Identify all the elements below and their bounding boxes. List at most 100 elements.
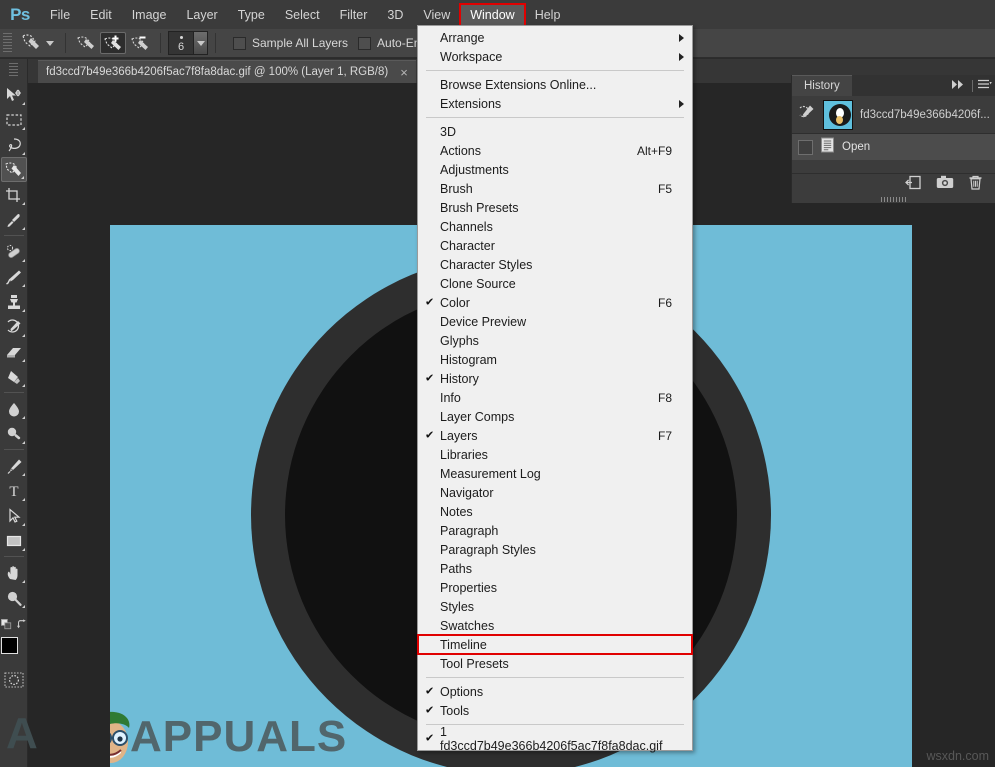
tool-preset-picker[interactable]	[16, 33, 58, 53]
brush-size-dropdown-button[interactable]	[194, 31, 208, 55]
blur-tool[interactable]	[1, 396, 27, 421]
menu-item-info[interactable]: Info F8	[418, 388, 692, 407]
clone-stamp-tool[interactable]	[1, 289, 27, 314]
menu-item-actions[interactable]: Actions Alt+F9	[418, 141, 692, 160]
eyedropper-tool[interactable]	[1, 207, 27, 232]
tab-history[interactable]: History	[792, 75, 852, 96]
zoom-tool[interactable]	[1, 585, 27, 610]
auto-enhance-box[interactable]	[358, 37, 371, 50]
menu-item-libraries[interactable]: Libraries	[418, 445, 692, 464]
menu-item-device-preview[interactable]: Device Preview	[418, 312, 692, 331]
swap-colors-icon[interactable]	[16, 618, 27, 631]
close-icon[interactable]: ×	[400, 66, 408, 79]
menu-item-paragraph-styles[interactable]: Paragraph Styles	[418, 540, 692, 559]
menu-item-clone-source[interactable]: Clone Source	[418, 274, 692, 293]
menu-item-workspace[interactable]: Workspace	[418, 47, 692, 66]
menu-item-glyphs[interactable]: Glyphs	[418, 331, 692, 350]
brush-size-control[interactable]: 6	[168, 31, 208, 55]
menu-file[interactable]: File	[40, 4, 80, 26]
menu-item-tool-presets[interactable]: Tool Presets	[418, 654, 692, 673]
history-snapshot-row[interactable]: fd3ccd7b49e366b4206f...	[792, 96, 995, 134]
menu-item-layers[interactable]: ✔ Layers F7	[418, 426, 692, 445]
gradient-tool[interactable]	[1, 364, 27, 389]
crop-tool[interactable]	[1, 182, 27, 207]
menu-edit[interactable]: Edit	[80, 4, 122, 26]
new-document-from-state-icon[interactable]	[905, 175, 922, 195]
brush-size-input[interactable]: 6	[168, 31, 194, 55]
eraser-tool[interactable]	[1, 339, 27, 364]
menu-item-timeline[interactable]: Timeline	[418, 635, 692, 654]
menu-item-measurement-log[interactable]: Measurement Log	[418, 464, 692, 483]
rectangular-marquee-tool[interactable]	[1, 107, 27, 132]
panel-menu-icon[interactable]	[978, 77, 992, 95]
menu-item-character[interactable]: Character	[418, 236, 692, 255]
menu-item-properties[interactable]: Properties	[418, 578, 692, 597]
menu-item-label: Clone Source	[440, 277, 516, 291]
menu-item-styles[interactable]: Styles	[418, 597, 692, 616]
spot-healing-brush-tool[interactable]	[1, 239, 27, 264]
menu-item-channels[interactable]: Channels	[418, 217, 692, 236]
foreground-color-swatch[interactable]	[1, 637, 18, 654]
snapshot-thumbnail[interactable]	[823, 100, 853, 130]
new-snapshot-icon[interactable]	[936, 175, 954, 194]
menu-item-swatches[interactable]: Swatches	[418, 616, 692, 635]
menu-item-tools[interactable]: ✔ Tools	[418, 701, 692, 720]
history-state-open[interactable]: Open	[792, 134, 995, 160]
menu-help[interactable]: Help	[525, 4, 571, 26]
menu-filter[interactable]: Filter	[330, 4, 378, 26]
dodge-tool[interactable]	[1, 421, 27, 446]
default-colors-icon[interactable]	[1, 618, 12, 631]
menu-item-color[interactable]: ✔ Color F6	[418, 293, 692, 312]
quick-mask-mode-button[interactable]	[4, 671, 24, 689]
menu-item-adjustments[interactable]: Adjustments	[418, 160, 692, 179]
menu-item-brush-presets[interactable]: Brush Presets	[418, 198, 692, 217]
options-bar-grip[interactable]	[3, 33, 12, 53]
menu-layer[interactable]: Layer	[176, 4, 227, 26]
tool-preset-chevron-icon[interactable]	[46, 41, 54, 46]
menu-item-layer-comps[interactable]: Layer Comps	[418, 407, 692, 426]
panel-resize-grip[interactable]	[881, 197, 907, 202]
history-brush-tool[interactable]	[1, 314, 27, 339]
menu-image[interactable]: Image	[122, 4, 177, 26]
history-brush-source-icon[interactable]	[798, 104, 816, 125]
rectangle-tool[interactable]	[1, 528, 27, 553]
new-selection-button[interactable]	[73, 32, 99, 54]
lasso-tool[interactable]	[1, 132, 27, 157]
menu-item-label: Measurement Log	[440, 467, 541, 481]
menu-item-history[interactable]: ✔ History	[418, 369, 692, 388]
menu-item-options[interactable]: ✔ Options	[418, 682, 692, 701]
menu-item-notes[interactable]: Notes	[418, 502, 692, 521]
pen-tool[interactable]	[1, 453, 27, 478]
menu-item-extensions[interactable]: Extensions	[418, 94, 692, 113]
quick-selection-tool[interactable]	[1, 157, 27, 182]
sample-all-layers-checkbox[interactable]: Sample All Layers	[233, 36, 348, 50]
menu-item-paths[interactable]: Paths	[418, 559, 692, 578]
menu-item-navigator[interactable]: Navigator	[418, 483, 692, 502]
menu-item-3d[interactable]: 3D	[418, 122, 692, 141]
tools-panel-grip[interactable]	[9, 63, 18, 77]
menu-item-paragraph[interactable]: Paragraph	[418, 521, 692, 540]
horizontal-type-tool[interactable]: T	[1, 478, 27, 503]
history-state-toggle[interactable]	[798, 140, 813, 155]
menu-window[interactable]: Window	[460, 4, 524, 26]
hand-tool[interactable]	[1, 560, 27, 585]
move-tool[interactable]	[1, 82, 27, 107]
menu-view[interactable]: View	[413, 4, 460, 26]
menu-item-browse-extensions-online[interactable]: Browse Extensions Online...	[418, 75, 692, 94]
sample-all-layers-box[interactable]	[233, 37, 246, 50]
delete-icon[interactable]	[968, 175, 983, 195]
menu-select[interactable]: Select	[275, 4, 330, 26]
menu-item-character-styles[interactable]: Character Styles	[418, 255, 692, 274]
menu-item-open-document[interactable]: ✔ 1 fd3ccd7b49e366b4206f5ac7f8fa8dac.gif	[418, 729, 692, 748]
menu-type[interactable]: Type	[228, 4, 275, 26]
double-chevron-right-icon[interactable]	[951, 77, 967, 95]
path-selection-tool[interactable]	[1, 503, 27, 528]
menu-3d[interactable]: 3D	[377, 4, 413, 26]
subtract-from-selection-button[interactable]	[127, 32, 153, 54]
menu-item-arrange[interactable]: Arrange	[418, 28, 692, 47]
menu-item-brush[interactable]: Brush F5	[418, 179, 692, 198]
menu-item-histogram[interactable]: Histogram	[418, 350, 692, 369]
add-to-selection-button[interactable]	[100, 32, 126, 54]
brush-tool[interactable]	[1, 264, 27, 289]
document-tab[interactable]: fd3ccd7b49e366b4206f5ac7f8fa8dac.gif @ 1…	[38, 60, 416, 83]
